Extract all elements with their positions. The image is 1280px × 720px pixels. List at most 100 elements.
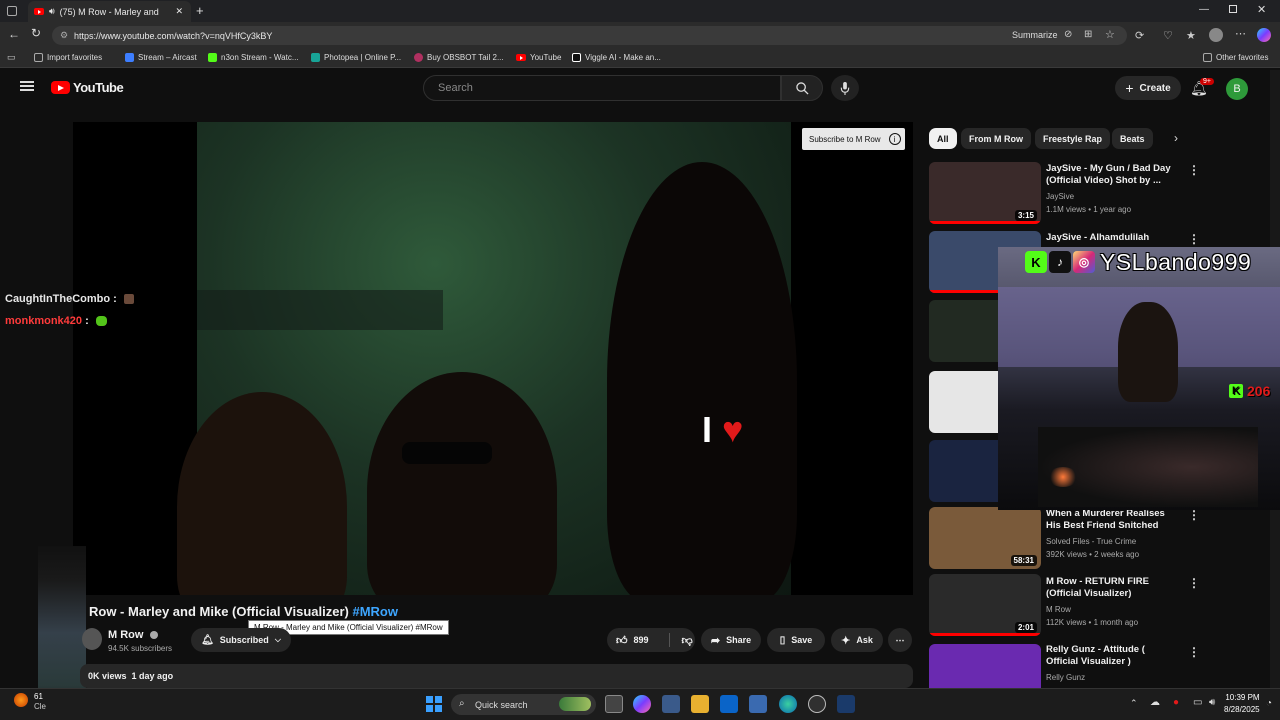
weather-icon[interactable] [14,693,28,707]
store-icon[interactable] [662,695,680,713]
recommendation-title[interactable]: Relly Gunz - Attitude ( Official Visuali… [1046,644,1176,668]
ask-button[interactable]: ✦ Ask [831,628,883,652]
create-button[interactable]: + Create [1115,76,1181,100]
extensions-icon[interactable]: ⟳ [1135,29,1144,42]
favorite-obsbot[interactable]: Buy OBSBOT Tail 2... [414,53,504,62]
recommendation-title[interactable]: JaySive - Alhamdulilah [1046,232,1176,244]
chip-from-m-row[interactable]: From M Row [961,128,1031,149]
apps-icon[interactable]: ⊞ [1084,29,1092,40]
copilot-icon[interactable] [1257,28,1271,42]
favorite-star-icon[interactable]: ☆ [1105,28,1115,41]
share-button[interactable]: ➦ Share [701,628,761,652]
sidebar-toggle-icon[interactable]: ▭ [7,52,16,63]
keyboard [1038,427,1258,507]
chip-beats[interactable]: Beats [1112,128,1153,149]
recommendation-channel[interactable]: Solved Files - True Crime [1046,535,1136,548]
edge-icon[interactable] [779,695,797,713]
back-icon[interactable]: ← [8,27,20,41]
summarize-button[interactable]: Summarize [1012,30,1058,40]
steam-icon[interactable] [837,695,855,713]
recommendation-channel[interactable]: JaySive [1046,190,1074,203]
more-actions-button[interactable]: ⋯ [888,628,912,652]
recommendation-title[interactable]: JaySive - My Gun / Bad Day (Official Vid… [1046,163,1176,187]
favorite-photopea[interactable]: Photopea | Online P... [311,53,401,62]
recommendation-channel[interactable]: M Row [1046,603,1071,616]
description-box[interactable]: 0K views 1 day ago [80,664,913,688]
youtube-favicon-icon [34,8,44,15]
maximize-icon[interactable] [1229,5,1237,13]
reader-icon[interactable]: ⊘ [1064,29,1072,40]
outlook-icon[interactable] [720,695,738,713]
search-input[interactable]: Search [423,75,781,101]
recommendation-title[interactable]: When a Murderer Realises His Best Friend… [1046,508,1176,532]
voice-search-button[interactable] [831,75,859,101]
more-vertical-icon[interactable]: ⋮ [1188,163,1200,177]
browser-tab-youtube[interactable]: 🔊︎ (75) M Row - Marley and Mi ✕ [28,1,191,22]
more-vertical-icon[interactable]: ⋮ [1188,232,1200,246]
more-horizontal-icon: ⋯ [895,634,905,645]
hashtag-link[interactable]: #MRow [352,604,398,619]
url-field[interactable]: ⚙︎ https://www.youtube.com/watch?v=nqVHf… [52,26,1127,45]
browser-essentials-icon[interactable]: ♡ [1163,29,1173,42]
obs-icon[interactable] [808,695,826,713]
youtube-icon [516,54,526,61]
taskbar-clock[interactable]: 10:39 PM 8/28/2025 [1224,692,1260,716]
task-view-icon[interactable] [605,695,623,713]
tab-actions-icon[interactable] [7,6,17,16]
window-close-icon[interactable]: ✕ [1257,3,1266,16]
copilot-taskbar-icon[interactable] [633,695,651,713]
minimize-icon[interactable]: — [1199,4,1209,15]
site-info-icon[interactable]: ⚙︎ [60,30,68,41]
new-tab-icon[interactable]: + [196,3,204,18]
notification-center-icon[interactable]: ◔ [1266,698,1272,709]
hamburger-menu-icon[interactable] [20,81,34,83]
save-button[interactable]: ▯ Save [767,628,825,652]
profile-avatar[interactable] [1209,28,1223,42]
recommendation-thumbnail[interactable] [929,644,1041,688]
recommendation-channel[interactable]: Relly Gunz [1046,671,1085,684]
show-hidden-icons[interactable]: ⌃ [1130,698,1138,709]
aircast-icon [125,53,134,62]
recommendation-thumbnail[interactable]: 2:01 [929,574,1041,636]
collections-icon[interactable]: ★ [1186,29,1196,42]
more-vertical-icon[interactable]: ⋮ [1188,508,1200,522]
search-button[interactable] [781,75,823,101]
display-icon[interactable]: ▭ [1193,697,1202,708]
more-menu-icon[interactable]: ⋯ [1235,27,1246,40]
favorite-import[interactable]: Import favorites [34,53,102,62]
more-vertical-icon[interactable]: ⋮ [1188,645,1200,659]
recommendation-thumbnail[interactable]: 3:15 [929,162,1041,224]
channel-avatar[interactable] [82,628,102,650]
favorite-youtube[interactable]: YouTube [516,53,561,62]
recommendation-thumbnail[interactable]: 58:31 [929,507,1041,569]
chip-all[interactable]: All [929,128,957,149]
favorite-viggle[interactable]: Viggle AI - Make an... [572,53,661,62]
taskbar-search[interactable]: ⌕ Quick search [451,694,596,715]
favorite-n3on[interactable]: n3on Stream - Watc... [208,53,299,62]
info-icon[interactable]: i [888,133,901,145]
youtube-logo[interactable]: YouTube [51,80,124,95]
weather-widget[interactable]: 61 Cle [34,692,46,712]
like-icon[interactable]: 👍︎ [616,634,628,647]
speaker-icon[interactable]: 🔊︎ [49,6,55,17]
subscribed-button[interactable]: 🔔︎ Subscribed ⌵ [191,628,291,652]
video-player[interactable]: I ♥ [73,122,913,595]
other-favorites[interactable]: Other favorites [1203,53,1268,62]
volume-icon[interactable]: 🔊︎ [1209,697,1215,708]
photos-icon[interactable] [749,695,767,713]
dislike-icon[interactable]: 👎︎ [682,634,693,647]
network-icon[interactable]: ☁︎ [1150,697,1160,708]
chevron-right-icon[interactable]: › [1174,131,1178,145]
favorite-aircast[interactable]: Stream – Aircast [125,53,197,62]
tab-close-icon[interactable]: ✕ [175,6,183,17]
recommendation-title[interactable]: M Row - RETURN FIRE (Official Visualizer… [1046,576,1176,600]
subscribe-card[interactable]: Subscribe to M Row i [802,128,905,150]
chip-freestyle-rap[interactable]: Freestyle Rap [1035,128,1111,149]
more-vertical-icon[interactable]: ⋮ [1188,576,1200,590]
refresh-icon[interactable]: ↻ [31,26,41,40]
microphone-icon[interactable]: ● [1173,697,1179,708]
channel-name[interactable]: M Row [108,629,158,641]
windows-start-icon[interactable] [426,696,442,712]
account-avatar[interactable]: B [1226,78,1248,100]
file-explorer-icon[interactable] [691,695,709,713]
